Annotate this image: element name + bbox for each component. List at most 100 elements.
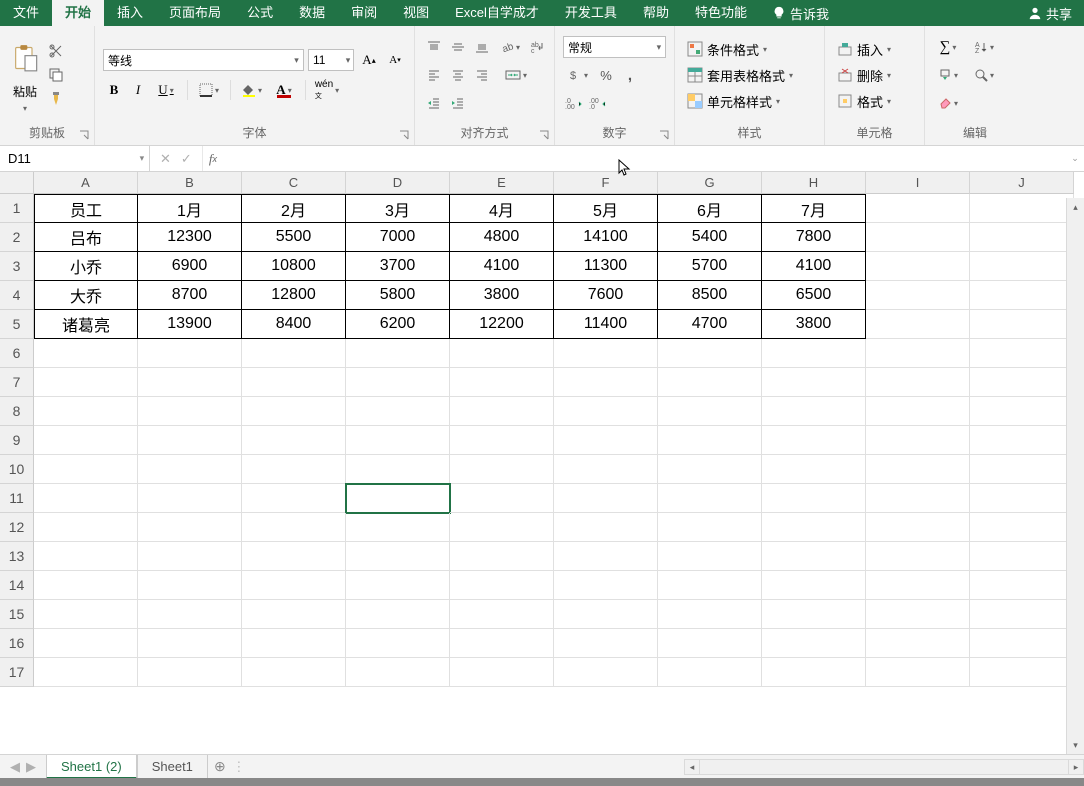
chevron-down-icon[interactable]: ▾: [653, 42, 665, 53]
cell-D3[interactable]: 3700: [346, 252, 450, 281]
increase-decimal-button[interactable]: .0.00: [563, 92, 585, 114]
cell-J5[interactable]: [970, 310, 1074, 339]
cell-A4[interactable]: 大乔: [34, 281, 138, 310]
cell-C8[interactable]: [242, 397, 346, 426]
cell-F14[interactable]: [554, 571, 658, 600]
column-header-J[interactable]: J: [970, 172, 1074, 194]
row-header-12[interactable]: 12: [0, 513, 34, 542]
cell-A10[interactable]: [34, 455, 138, 484]
horizontal-scrollbar[interactable]: ◂ ▸: [684, 759, 1084, 775]
cell-D4[interactable]: 5800: [346, 281, 450, 310]
cell-F8[interactable]: [554, 397, 658, 426]
tab-help[interactable]: 帮助: [630, 0, 682, 26]
paste-dropdown[interactable]: ▾: [23, 104, 27, 113]
column-header-B[interactable]: B: [138, 172, 242, 194]
sort-filter-button[interactable]: AZ: [969, 36, 999, 58]
cell-C11[interactable]: [242, 484, 346, 513]
column-header-H[interactable]: H: [762, 172, 866, 194]
cell-E11[interactable]: [450, 484, 554, 513]
cell-D17[interactable]: [346, 658, 450, 687]
tab-custom-2[interactable]: 特色功能: [682, 0, 760, 26]
cell-G8[interactable]: [658, 397, 762, 426]
cell-H3[interactable]: 4100: [762, 252, 866, 281]
cell-H17[interactable]: [762, 658, 866, 687]
cell-I10[interactable]: [866, 455, 970, 484]
row-header-15[interactable]: 15: [0, 600, 34, 629]
decrease-indent-button[interactable]: [423, 92, 445, 114]
cell-C9[interactable]: [242, 426, 346, 455]
cell-D16[interactable]: [346, 629, 450, 658]
autosum-button[interactable]: ∑: [933, 36, 963, 58]
cell-E9[interactable]: [450, 426, 554, 455]
cell-I6[interactable]: [866, 339, 970, 368]
cell-D1[interactable]: 3月: [346, 194, 450, 223]
cell-A9[interactable]: [34, 426, 138, 455]
decrease-font-button[interactable]: A▾: [384, 49, 406, 71]
scroll-up-button[interactable]: ▴: [1067, 198, 1084, 216]
column-header-A[interactable]: A: [34, 172, 138, 194]
clear-button[interactable]: [933, 92, 963, 114]
column-header-I[interactable]: I: [866, 172, 970, 194]
tab-developer[interactable]: 开发工具: [552, 0, 630, 26]
cell-D8[interactable]: [346, 397, 450, 426]
font-dialog-launcher[interactable]: [398, 129, 410, 141]
cell-H9[interactable]: [762, 426, 866, 455]
cell-F1[interactable]: 5月: [554, 194, 658, 223]
tab-split-handle[interactable]: ⋮: [232, 759, 246, 775]
clipboard-dialog-launcher[interactable]: [78, 129, 90, 141]
underline-button[interactable]: U: [151, 79, 181, 101]
cancel-formula-button[interactable]: ✕: [160, 151, 171, 167]
font-size-combo[interactable]: ▾: [308, 49, 354, 71]
cell-H12[interactable]: [762, 513, 866, 542]
align-middle-button[interactable]: [447, 36, 469, 58]
cell-H15[interactable]: [762, 600, 866, 629]
cell-G14[interactable]: [658, 571, 762, 600]
font-name-combo[interactable]: ▾: [103, 49, 304, 71]
tab-formulas[interactable]: 公式: [234, 0, 286, 26]
cell-E2[interactable]: 4800: [450, 223, 554, 252]
cell-C16[interactable]: [242, 629, 346, 658]
cell-C12[interactable]: [242, 513, 346, 542]
cell-H7[interactable]: [762, 368, 866, 397]
cell-I7[interactable]: [866, 368, 970, 397]
cell-J14[interactable]: [970, 571, 1074, 600]
accept-formula-button[interactable]: ✓: [181, 151, 192, 167]
cell-C10[interactable]: [242, 455, 346, 484]
scroll-down-button[interactable]: ▾: [1067, 736, 1084, 754]
scroll-track[interactable]: [1067, 216, 1084, 736]
bold-button[interactable]: B: [103, 79, 125, 101]
cell-A5[interactable]: 诸葛亮: [34, 310, 138, 339]
cell-C14[interactable]: [242, 571, 346, 600]
fill-button[interactable]: [933, 64, 963, 86]
cell-D10[interactable]: [346, 455, 450, 484]
tab-review[interactable]: 审阅: [338, 0, 390, 26]
cell-F3[interactable]: 11300: [554, 252, 658, 281]
cell-B11[interactable]: [138, 484, 242, 513]
cell-G11[interactable]: [658, 484, 762, 513]
cut-button[interactable]: [46, 41, 66, 61]
cell-D5[interactable]: 6200: [346, 310, 450, 339]
chevron-down-icon[interactable]: ▾: [135, 153, 149, 164]
row-header-1[interactable]: 1: [0, 194, 34, 223]
cell-A8[interactable]: [34, 397, 138, 426]
row-header-5[interactable]: 5: [0, 310, 34, 339]
row-header-11[interactable]: 11: [0, 484, 34, 513]
cell-H1[interactable]: 7月: [762, 194, 866, 223]
tab-page-layout[interactable]: 页面布局: [156, 0, 234, 26]
cell-I9[interactable]: [866, 426, 970, 455]
copy-button[interactable]: [46, 65, 66, 85]
increase-font-button[interactable]: A▴: [358, 49, 380, 71]
cell-H8[interactable]: [762, 397, 866, 426]
cell-G3[interactable]: 5700: [658, 252, 762, 281]
cell-G17[interactable]: [658, 658, 762, 687]
cell-G6[interactable]: [658, 339, 762, 368]
row-header-14[interactable]: 14: [0, 571, 34, 600]
percent-button[interactable]: %: [595, 64, 617, 86]
cells-grid[interactable]: 员工1月2月3月4月5月6月7月吕布1230055007000480014100…: [34, 194, 1074, 687]
cell-I1[interactable]: [866, 194, 970, 223]
tab-home[interactable]: 开始: [52, 0, 104, 26]
cell-I15[interactable]: [866, 600, 970, 629]
cell-B16[interactable]: [138, 629, 242, 658]
cell-F15[interactable]: [554, 600, 658, 629]
cell-B4[interactable]: 8700: [138, 281, 242, 310]
